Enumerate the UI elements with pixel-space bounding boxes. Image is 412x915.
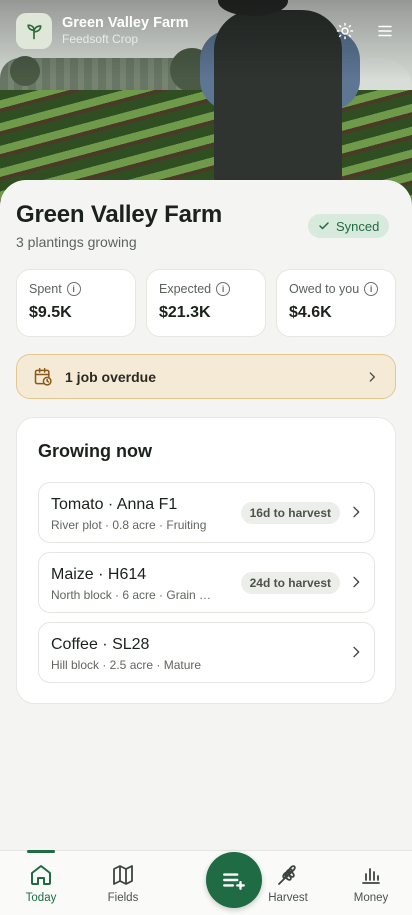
crop-row-tomato[interactable]: Tomato · Anna F1 River plot · 0.8 acre ·… [38,482,375,543]
info-icon[interactable]: i [216,282,231,296]
alert-text: 1 job overdue [65,368,157,385]
nav-label: Today [25,892,57,904]
app-name: Feedsoft Crop [62,32,139,46]
crop-meta: Hill block · 2.5 acre · Mature [51,658,202,672]
crop-row-coffee[interactable]: Coffee · SL28 Hill block · 2.5 acre · Ma… [38,622,375,683]
menu-icon[interactable] [374,20,396,42]
stat-value: $4.6K [289,304,332,321]
nav-label: Harvest [268,892,308,904]
home-icon [29,863,53,887]
nav-today[interactable]: Today [6,850,76,915]
harvest-countdown-badge: 24d to harvest [240,572,340,594]
bar-chart-icon [359,863,383,887]
stat-card-owed[interactable]: Owed to you i $4.6K [276,269,396,337]
stat-card-expected[interactable]: Expected i $21.3K [146,269,266,337]
chevron-right-icon [369,371,375,382]
plantings-count: 3 plantings growing [16,234,137,250]
stat-value: $21.3K [159,304,211,321]
chevron-right-icon [353,576,360,588]
nav-label: Money [353,892,389,904]
nav-label: Fields [107,892,139,904]
overdue-jobs-alert[interactable]: 1 job overdue [16,354,396,399]
nav-money[interactable]: Money [336,851,406,915]
map-icon [111,863,135,887]
crop-name: Tomato · Anna F1 [51,496,178,513]
harvest-countdown-badge: 16d to harvest [240,502,340,524]
stat-label: Spent [29,282,62,296]
page-title: Green Valley Farm [16,201,223,228]
crop-meta: North block · 6 acre · Grain … [51,588,212,602]
chevron-right-icon [353,646,360,658]
stat-card-spent[interactable]: Spent i $9.5K [16,269,136,337]
active-indicator [27,850,55,853]
stat-label: Expected [159,282,212,296]
stat-value: $9.5K [29,304,72,321]
nav-fields[interactable]: Fields [88,851,158,915]
quick-add-button[interactable] [206,852,262,908]
growing-now-card: Growing now Tomato · Anna F1 River plot … [16,417,396,704]
add-list-icon [223,873,245,890]
crop-meta: River plot · 0.8 acre · Fruiting [51,518,207,532]
stat-label: Owed to you [289,282,360,296]
chevron-right-icon [353,506,360,518]
info-icon[interactable]: i [364,282,379,296]
sync-status-badge: Synced [308,214,390,238]
section-title: Growing now [38,441,152,461]
calendar-clock-icon [34,367,52,386]
wheat-icon [276,863,300,887]
info-icon[interactable]: i [66,282,81,296]
sprout-icon [16,13,52,49]
crop-row-maize[interactable]: Maize · H614 North block · 6 acre · Grai… [38,552,375,613]
farm-name: Green Valley Farm [62,15,189,31]
sun-icon[interactable] [334,20,356,42]
crop-name: Maize · H614 [51,566,147,583]
nav-harvest[interactable]: Harvest [253,851,323,915]
top-bar: Green Valley Farm Feedsoft Crop [16,13,396,49]
crop-name: Coffee · SL28 [51,636,150,653]
check-icon [319,222,329,230]
